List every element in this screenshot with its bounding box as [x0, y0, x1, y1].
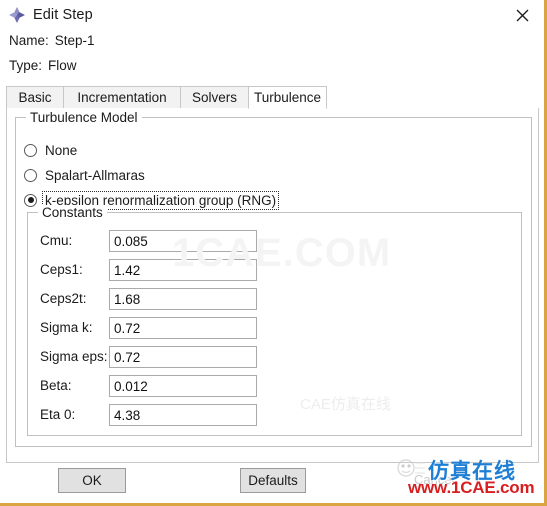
title-bar: Edit Step: [0, 0, 544, 30]
step-type-label: Type:: [9, 58, 43, 73]
input-eta-0[interactable]: [109, 404, 257, 426]
turbulence-model-group: Turbulence Model None Spalart-Allmaras k-e…: [15, 110, 532, 447]
tab-incrementation[interactable]: Incrementation: [63, 86, 181, 109]
step-name-value: Step-1: [54, 33, 95, 48]
constants-group-title: Constants: [38, 205, 107, 220]
radio-indicator-icon: [24, 168, 37, 182]
input-ceps1[interactable]: [109, 259, 257, 281]
label-sigma-k: Sigma k:: [40, 320, 93, 335]
ok-button[interactable]: OK: [58, 468, 126, 493]
input-sigma-k[interactable]: [109, 317, 257, 339]
radio-label: None: [45, 142, 78, 158]
constant-row: Cmu:: [28, 229, 521, 253]
radio-turbulence-none[interactable]: None: [24, 140, 79, 160]
constant-row: Sigma eps:: [28, 345, 521, 369]
close-icon[interactable]: [500, 0, 544, 30]
turbulence-model-group-title: Turbulence Model: [26, 110, 142, 125]
constant-row: Ceps2t:: [28, 287, 521, 311]
radio-indicator-icon: [24, 193, 37, 207]
tab-solvers[interactable]: Solvers: [180, 86, 249, 109]
radio-turbulence-spalart-allmaras[interactable]: Spalart-Allmaras: [24, 165, 147, 185]
radio-label: Spalart-Allmaras: [45, 167, 145, 183]
edit-step-dialog: Edit Step Name: Step-1 Type: Flow Basic Inc…: [0, 0, 547, 506]
tab-content-panel: Turbulence Model None Spalart-Allmaras k-e…: [6, 108, 539, 463]
label-ceps1: Ceps1:: [40, 262, 83, 277]
input-sigma-eps[interactable]: [109, 346, 257, 368]
constant-row: Eta 0:: [28, 403, 521, 427]
constant-row: Sigma k:: [28, 316, 521, 340]
radio-indicator-icon: [24, 143, 37, 157]
step-name-label: Name:: [9, 33, 49, 48]
label-eta-0: Eta 0:: [40, 407, 76, 422]
abaqus-diamond-icon: [8, 6, 26, 24]
constants-group: Constants Cmu: Ceps1: Ceps2t: Sigma k: Sigma…: [27, 205, 522, 436]
step-type-row: Type: Flow: [9, 58, 77, 73]
dialog-footer: OK Defaults: [0, 468, 544, 503]
step-name-row: Name: Step-1: [9, 33, 95, 48]
tab-basic[interactable]: Basic: [6, 86, 64, 109]
label-cmu: Cmu:: [40, 233, 73, 248]
tab-bar: Basic Incrementation Solvers Turbulence: [6, 86, 539, 109]
constant-row: Ceps1:: [28, 258, 521, 282]
label-ceps2t: Ceps2t:: [40, 291, 87, 306]
constant-row: Beta:: [28, 374, 521, 398]
window-title: Edit Step: [33, 7, 93, 23]
label-beta: Beta:: [40, 378, 72, 393]
input-ceps2t[interactable]: [109, 288, 257, 310]
tab-turbulence[interactable]: Turbulence: [248, 86, 327, 109]
defaults-button[interactable]: Defaults: [240, 468, 306, 493]
step-type-value: Flow: [48, 58, 77, 73]
input-cmu[interactable]: [109, 230, 257, 252]
input-beta[interactable]: [109, 375, 257, 397]
label-sigma-eps: Sigma eps:: [40, 349, 108, 364]
